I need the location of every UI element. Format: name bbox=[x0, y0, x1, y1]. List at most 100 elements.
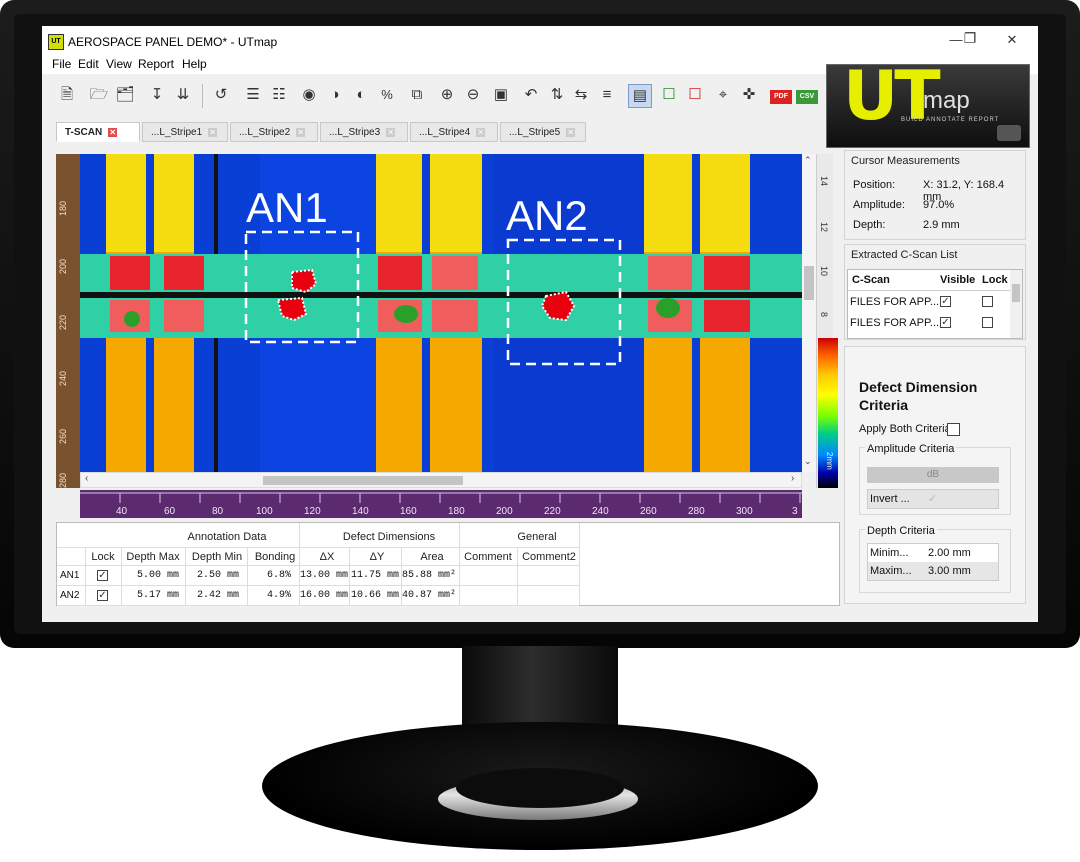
palette-settings-icon[interactable]: ◐ bbox=[350, 84, 372, 106]
amplitude-label: Amplitude: bbox=[853, 199, 905, 211]
annotation-add-icon[interactable]: ☐ bbox=[658, 84, 680, 106]
rotate-left-icon[interactable]: ↶ bbox=[520, 84, 542, 106]
copy-icon[interactable]: ⧉ bbox=[406, 84, 428, 106]
c-scan-list-title: Extracted C-Scan List bbox=[851, 249, 958, 261]
monitor-stand-joint bbox=[456, 768, 624, 808]
left-ruler-tick: 280 bbox=[58, 472, 68, 488]
new-project-icon[interactable]: 🗎 bbox=[56, 84, 78, 106]
invert-row: Invert ... ✓ bbox=[867, 489, 999, 509]
restore-icon[interactable]: ❐ bbox=[960, 30, 980, 48]
fit-icon[interactable]: ▣ bbox=[490, 84, 512, 106]
export-csv-icon[interactable]: CSV bbox=[796, 90, 818, 104]
col-comment: Comment bbox=[464, 551, 512, 563]
lock-column-header: Lock bbox=[982, 274, 1008, 286]
crop-icon[interactable]: ⌖ bbox=[712, 84, 734, 106]
tab-t-scan[interactable]: T-SCAN ✕ bbox=[56, 122, 140, 142]
visible-checkbox[interactable]: ✓ bbox=[940, 317, 951, 328]
tab-close-icon[interactable]: ✕ bbox=[476, 127, 486, 137]
cell-bonding: 4.9% bbox=[267, 590, 292, 601]
import-multiple-icon[interactable]: ⇊ bbox=[172, 84, 194, 106]
align-icon[interactable]: ≡ bbox=[596, 84, 618, 106]
c-scan-row-name[interactable]: FILES FOR APP... bbox=[850, 296, 939, 308]
row-lock-checkbox[interactable]: ✓ bbox=[97, 570, 108, 581]
open-recent-icon[interactable]: 🗂 bbox=[114, 84, 136, 106]
flip-horizontal-icon[interactable]: ⇆ bbox=[570, 84, 592, 106]
zoom-out-icon[interactable]: ⊖ bbox=[462, 84, 484, 106]
scroll-down-icon[interactable]: ⌄ bbox=[804, 456, 812, 467]
cell-dy: 10.66 mm bbox=[351, 590, 400, 601]
rotate-scan-icon[interactable]: ↺ bbox=[210, 84, 232, 106]
c-scan-view[interactable]: AN1 AN2 bbox=[80, 154, 802, 472]
menu-view[interactable]: View bbox=[106, 57, 132, 71]
invert-label: Invert ... bbox=[870, 493, 910, 505]
tab-stripe4[interactable]: ...L_Stripe4 ✕ bbox=[410, 122, 498, 142]
bottom-ruler-ticks bbox=[80, 492, 802, 503]
tab-stripe5[interactable]: ...L_Stripe5 ✕ bbox=[500, 122, 586, 142]
cursor-measurements-title: Cursor Measurements bbox=[851, 155, 960, 167]
tab-close-icon[interactable]: ✕ bbox=[296, 127, 306, 137]
bottom-ruler-tick: 140 bbox=[352, 506, 369, 517]
apply-both-label: Apply Both Criteria bbox=[859, 423, 951, 435]
tab-close-icon[interactable]: ✕ bbox=[108, 127, 118, 137]
lock-checkbox[interactable] bbox=[982, 296, 993, 307]
vertical-scrollbar[interactable]: ⌃ ⌄ bbox=[802, 154, 816, 472]
export-pdf-icon[interactable]: PDF bbox=[770, 90, 792, 104]
annotation-remove-icon[interactable]: ☐ bbox=[684, 84, 706, 106]
c-scan-image[interactable]: AN1 AN2 bbox=[80, 154, 802, 472]
scroll-right-icon[interactable]: › bbox=[791, 473, 794, 484]
max-value-field[interactable]: 3.00 mm bbox=[928, 565, 971, 577]
menu-edit[interactable]: Edit bbox=[78, 57, 99, 71]
c-scan-row-name[interactable]: FILES FOR APP... bbox=[850, 317, 939, 329]
left-ruler-tick: 200 bbox=[58, 258, 68, 274]
group-header-annotation-data: Annotation Data bbox=[187, 531, 267, 543]
horizontal-scroll-thumb[interactable] bbox=[263, 476, 463, 485]
apply-both-checkbox[interactable] bbox=[947, 423, 960, 436]
table-divider bbox=[517, 547, 518, 605]
tab-close-icon[interactable]: ✕ bbox=[386, 127, 396, 137]
db-button[interactable]: dB bbox=[867, 467, 999, 483]
cell-depth-max: 5.00 mm bbox=[137, 570, 180, 581]
cell-bonding: 6.8% bbox=[267, 570, 292, 581]
layers-remove-icon[interactable]: ☷ bbox=[268, 84, 290, 106]
tab-close-icon[interactable]: ✕ bbox=[566, 127, 576, 137]
col-area: Area bbox=[420, 551, 444, 563]
menu-help[interactable]: Help bbox=[182, 57, 207, 71]
row-lock-checkbox[interactable]: ✓ bbox=[97, 590, 108, 601]
visible-checkbox[interactable]: ✓ bbox=[940, 296, 951, 307]
table-divider bbox=[349, 547, 350, 605]
open-folder-icon[interactable]: 🗁 bbox=[88, 84, 110, 106]
cursor-crosshair-icon[interactable]: ✜ bbox=[738, 84, 760, 106]
close-icon[interactable]: ✕ bbox=[1002, 32, 1022, 50]
import-icon[interactable]: ↧ bbox=[146, 84, 168, 106]
table-divider bbox=[579, 523, 580, 605]
layers-add-icon[interactable]: ☰ bbox=[242, 84, 264, 106]
tab-close-icon[interactable]: ✕ bbox=[208, 127, 218, 137]
menu-file[interactable]: File bbox=[52, 57, 71, 71]
horizontal-scrollbar[interactable]: ‹ › bbox=[80, 472, 802, 488]
menu-report[interactable]: Report bbox=[138, 57, 174, 71]
view-toggle-icon[interactable]: ▤ bbox=[628, 84, 652, 108]
tab-stripe2[interactable]: ...L_Stripe2 ✕ bbox=[230, 122, 318, 142]
lock-checkbox[interactable] bbox=[982, 317, 993, 328]
list-scrollbar[interactable] bbox=[1010, 270, 1022, 338]
left-ruler-tick: 240 bbox=[58, 370, 68, 386]
zoom-in-icon[interactable]: ⊕ bbox=[436, 84, 458, 106]
bottom-ruler-tick: 280 bbox=[688, 506, 705, 517]
logo-seal-icon bbox=[997, 125, 1021, 141]
vertical-scroll-thumb[interactable] bbox=[804, 266, 814, 300]
palette-icon[interactable]: ◉ bbox=[298, 84, 320, 106]
flip-vertical-icon[interactable]: ⇅ bbox=[546, 84, 568, 106]
scroll-up-icon[interactable]: ⌃ bbox=[804, 155, 812, 166]
bottom-ruler: 40 60 80 100 120 140 160 180 200 220 240… bbox=[80, 490, 802, 518]
list-scroll-thumb[interactable] bbox=[1012, 284, 1020, 302]
right-ruler-tick: 10 bbox=[819, 266, 829, 277]
depth-criteria-table: Minim... 2.00 mm Maxim... 3.00 mm bbox=[867, 543, 999, 581]
right-ruler-tick: 8 bbox=[819, 312, 829, 318]
scroll-left-icon[interactable]: ‹ bbox=[85, 473, 88, 484]
min-value-field[interactable]: 2.00 mm bbox=[928, 547, 971, 559]
tab-stripe3[interactable]: ...L_Stripe3 ✕ bbox=[320, 122, 408, 142]
invert-checkbox[interactable]: ✓ bbox=[928, 492, 937, 505]
palette-edit-icon[interactable]: ◑ bbox=[324, 84, 346, 106]
percent-icon[interactable]: % bbox=[376, 84, 398, 106]
tab-stripe1[interactable]: ...L_Stripe1 ✕ bbox=[142, 122, 228, 142]
